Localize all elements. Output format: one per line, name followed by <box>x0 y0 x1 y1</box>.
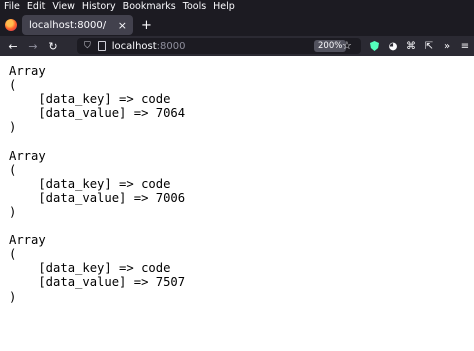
data-key-value: code <box>141 92 171 107</box>
menu-edit[interactable]: Edit <box>27 0 45 14</box>
menu-history[interactable]: History <box>82 0 116 14</box>
reload-icon[interactable]: ↻ <box>43 40 63 53</box>
menu-bookmarks[interactable]: Bookmarks <box>123 0 176 14</box>
data-key-value: code <box>141 261 171 276</box>
back-icon[interactable]: ← <box>3 40 23 53</box>
new-tab-button[interactable]: + <box>141 18 152 33</box>
firefox-icon[interactable] <box>5 19 17 31</box>
tab-localhost[interactable]: localhost:8000/ × <box>22 15 133 35</box>
url-text[interactable]: localhost:8000 <box>112 41 186 52</box>
menu-view[interactable]: View <box>52 0 75 14</box>
bookmark-star-icon[interactable]: ☆ <box>342 38 352 54</box>
tab-strip: localhost:8000/ × + <box>0 14 474 36</box>
extension-shield-icon[interactable] <box>370 41 379 51</box>
page-icon[interactable] <box>97 41 106 51</box>
data-key-value: code <box>141 176 171 191</box>
extensions-puzzle-icon[interactable]: ⌘ <box>402 41 420 52</box>
forward-icon[interactable]: → <box>23 40 43 53</box>
close-icon[interactable]: × <box>118 19 127 32</box>
data-value-value: 7507 <box>155 275 186 290</box>
data-value-value: 7064 <box>155 106 186 121</box>
extension-icon[interactable]: ◕ <box>384 41 402 52</box>
url-bar[interactable]: ⛉ localhost:8000 200% ☆ <box>77 38 361 54</box>
tab-title: localhost:8000/ <box>29 19 107 31</box>
menu-help[interactable]: Help <box>213 0 235 14</box>
share-icon[interactable]: ⇱ <box>420 41 438 52</box>
data-value-value: 7006 <box>155 190 186 205</box>
hamburger-menu-icon[interactable]: ≡ <box>456 41 474 52</box>
menu-file[interactable]: File <box>4 0 20 14</box>
nav-toolbar: ← → ↻ ⛉ localhost:8000 200% ☆ ◕ ⌘ ⇱ » ≡ <box>0 36 474 56</box>
menu-bar: File Edit View History Bookmarks Tools H… <box>0 0 474 14</box>
array-block: Array ( [data_key] => code [data_value] … <box>9 64 186 304</box>
menu-tools[interactable]: Tools <box>183 0 206 14</box>
overflow-chevrons-icon[interactable]: » <box>438 41 456 52</box>
tracking-shield-icon[interactable]: ⛉ <box>84 41 91 51</box>
page-content: Array ( [data_key] => code [data_value] … <box>0 56 474 351</box>
